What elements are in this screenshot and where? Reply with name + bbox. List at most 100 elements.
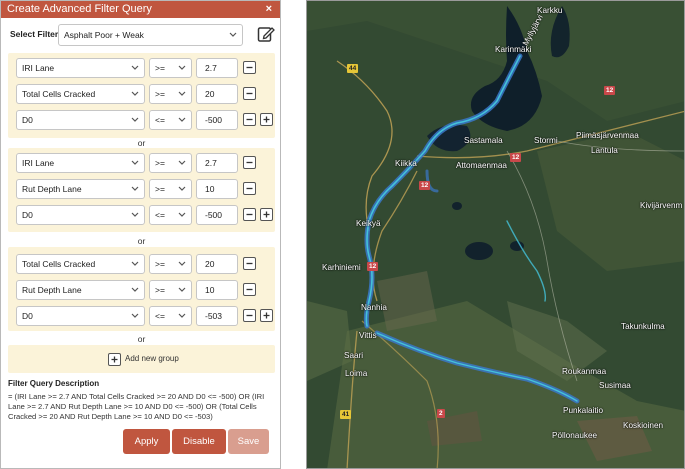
place-label: Piimäsjärvenmaa [576,131,639,140]
chevron-down-icon [178,186,186,191]
field-select[interactable]: D0 [16,306,145,326]
filter-description-title: Filter Query Description [8,379,100,388]
chevron-down-icon [131,212,139,217]
add-condition-button[interactable] [260,309,273,322]
remove-condition-button[interactable] [243,61,256,74]
operator-value: <= [155,311,165,321]
satellite-map[interactable]: Karkku Karinmäki Myllyjärvi Sastamala St… [306,0,685,469]
value-input[interactable]: 10 [196,179,238,199]
operator-select[interactable]: <= [149,306,192,326]
edit-icon[interactable] [257,25,275,43]
field-select[interactable]: Rut Depth Lane [16,280,145,300]
add-condition-button[interactable] [260,113,273,126]
value-input[interactable]: 2.7 [196,58,238,78]
place-label: Kivijärvenm [640,201,683,210]
filter-description-text: = (IRI Lane >= 2.7 AND Total Cells Crack… [8,392,265,421]
remove-condition-button[interactable] [243,156,256,169]
add-new-group-button[interactable]: Add new group [8,345,275,373]
close-icon[interactable]: × [266,1,272,18]
condition-row: Total Cells Cracked >= 20 [12,254,272,274]
apply-button[interactable]: Apply [123,429,170,454]
field-select[interactable]: Total Cells Cracked [16,254,145,274]
minus-icon [246,262,253,265]
select-filter-dropdown[interactable]: Asphalt Poor + Weak [58,24,243,46]
road-shield: 44 [347,64,359,73]
place-label: Keikyä [356,219,381,228]
remove-condition-button[interactable] [243,208,256,221]
minus-icon [246,66,253,69]
road-shield: 12 [367,262,379,271]
plus-icon [108,353,121,366]
minus-icon [246,288,253,291]
advanced-filter-panel: Create Advanced Filter Query × Select Fi… [0,0,281,469]
field-select[interactable]: D0 [16,205,145,225]
condition-row: Rut Depth Lane >= 10 [12,280,272,300]
save-button[interactable]: Save [228,429,269,454]
operator-value: >= [155,285,165,295]
value-input[interactable]: -503 [196,306,238,326]
remove-condition-button[interactable] [243,182,256,195]
place-label: Lantula [591,146,618,155]
operator-select[interactable]: >= [149,153,192,173]
field-select[interactable]: IRI Lane [16,153,145,173]
value-input[interactable]: 20 [196,254,238,274]
remove-condition-button[interactable] [243,283,256,296]
operator-value: >= [155,158,165,168]
disable-button[interactable]: Disable [172,429,226,454]
place-label: Karkku [537,6,563,15]
condition-row: Total Cells Cracked >= 20 [12,84,272,104]
remove-condition-button[interactable] [243,113,256,126]
value-input[interactable]: -500 [196,205,238,225]
condition-row: D0 <= -500 [12,110,273,130]
chevron-down-icon [131,261,139,266]
place-label: Nanhia [361,303,387,312]
chevron-down-icon [178,287,186,292]
field-value: Rut Depth Lane [22,285,82,295]
operator-select[interactable]: >= [149,58,192,78]
operator-select[interactable]: >= [149,84,192,104]
select-filter-label: Select Filter [10,29,59,39]
chevron-down-icon [178,313,186,318]
operator-select[interactable]: >= [149,179,192,199]
field-value: IRI Lane [22,63,55,73]
map-imagery [307,1,684,468]
filter-group-2: IRI Lane >= 2.7 Rut Depth Lane >= 10 D0 … [8,148,275,232]
operator-select[interactable]: >= [149,254,192,274]
road-shield: 12 [510,153,522,162]
field-select[interactable]: IRI Lane [16,58,145,78]
place-label: Takunkulma [621,322,665,331]
chevron-down-icon [229,32,237,37]
chevron-down-icon [178,160,186,165]
road-shield: 12 [604,86,616,95]
place-label: Punkalaitio [563,406,604,415]
filter-group-1: IRI Lane >= 2.7 Total Cells Cracked >= 2… [8,53,275,138]
or-separator: or [137,138,146,148]
minus-icon [246,161,253,164]
operator-select[interactable]: <= [149,205,192,225]
condition-row: D0 <= -500 [12,205,273,225]
operator-value: >= [155,89,165,99]
field-value: Rut Depth Lane [22,184,82,194]
field-select[interactable]: D0 [16,110,145,130]
value-input[interactable]: 2.7 [196,153,238,173]
operator-value: <= [155,115,165,125]
road-shield: 2 [437,409,445,418]
value-input[interactable]: 20 [196,84,238,104]
field-select[interactable]: Rut Depth Lane [16,179,145,199]
value-input[interactable]: 10 [196,280,238,300]
value-input[interactable]: -500 [196,110,238,130]
or-separator: or [137,236,146,246]
field-value: IRI Lane [22,158,55,168]
operator-select[interactable]: >= [149,280,192,300]
field-value: D0 [22,311,33,321]
panel-title: Create Advanced Filter Query [7,3,152,15]
remove-condition-button[interactable] [243,87,256,100]
place-label: Stormi [534,136,558,145]
operator-select[interactable]: <= [149,110,192,130]
remove-condition-button[interactable] [243,309,256,322]
add-condition-button[interactable] [260,208,273,221]
remove-condition-button[interactable] [243,257,256,270]
or-separator: or [137,334,146,344]
field-value: Total Cells Cracked [22,259,96,269]
field-select[interactable]: Total Cells Cracked [16,84,145,104]
